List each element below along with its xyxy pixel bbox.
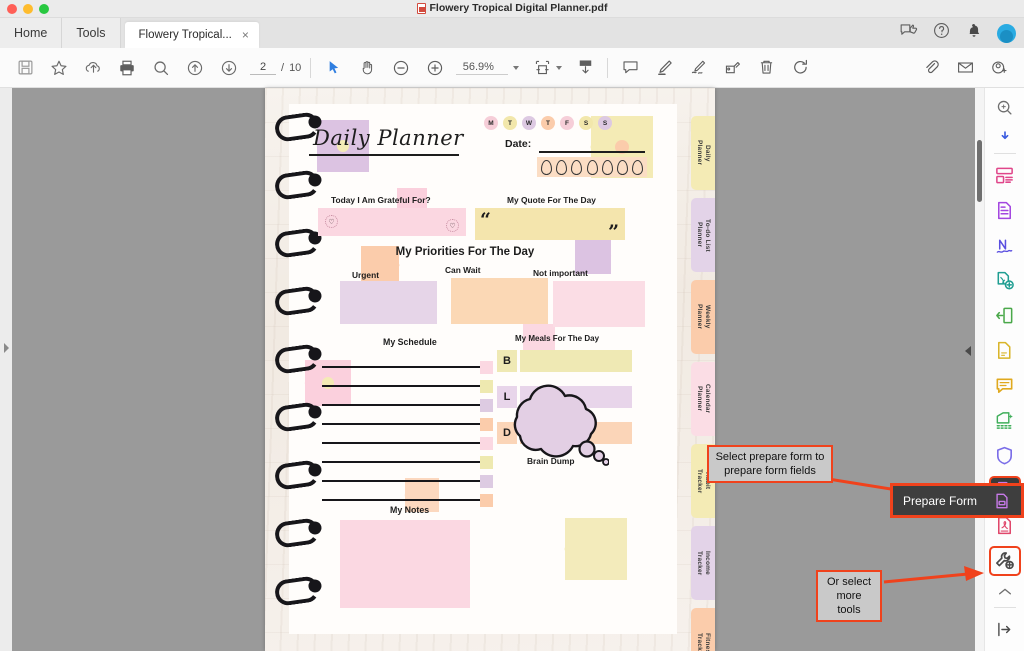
- callout-line-1: Or select: [826, 576, 871, 588]
- prepare-form-tooltip-label: Prepare Form: [903, 493, 978, 508]
- callout-line-2: more tools: [836, 590, 862, 616]
- prepare-form-icon: [996, 493, 1008, 508]
- prepare-form-tooltip[interactable]: Prepare Form: [890, 483, 1024, 518]
- callout-more-tools: Or select more tools: [816, 570, 882, 622]
- callout-prepare-form: Select prepare form to prepare form fiel…: [707, 445, 833, 483]
- callout-line-1: Select prepare form to: [715, 451, 825, 463]
- pdf-reader-window: Flowery Tropical Digital Planner.pdf Hom…: [0, 0, 1024, 651]
- annotation-arrows: [821, 476, 984, 584]
- callout-line-2: prepare form fields: [724, 465, 816, 477]
